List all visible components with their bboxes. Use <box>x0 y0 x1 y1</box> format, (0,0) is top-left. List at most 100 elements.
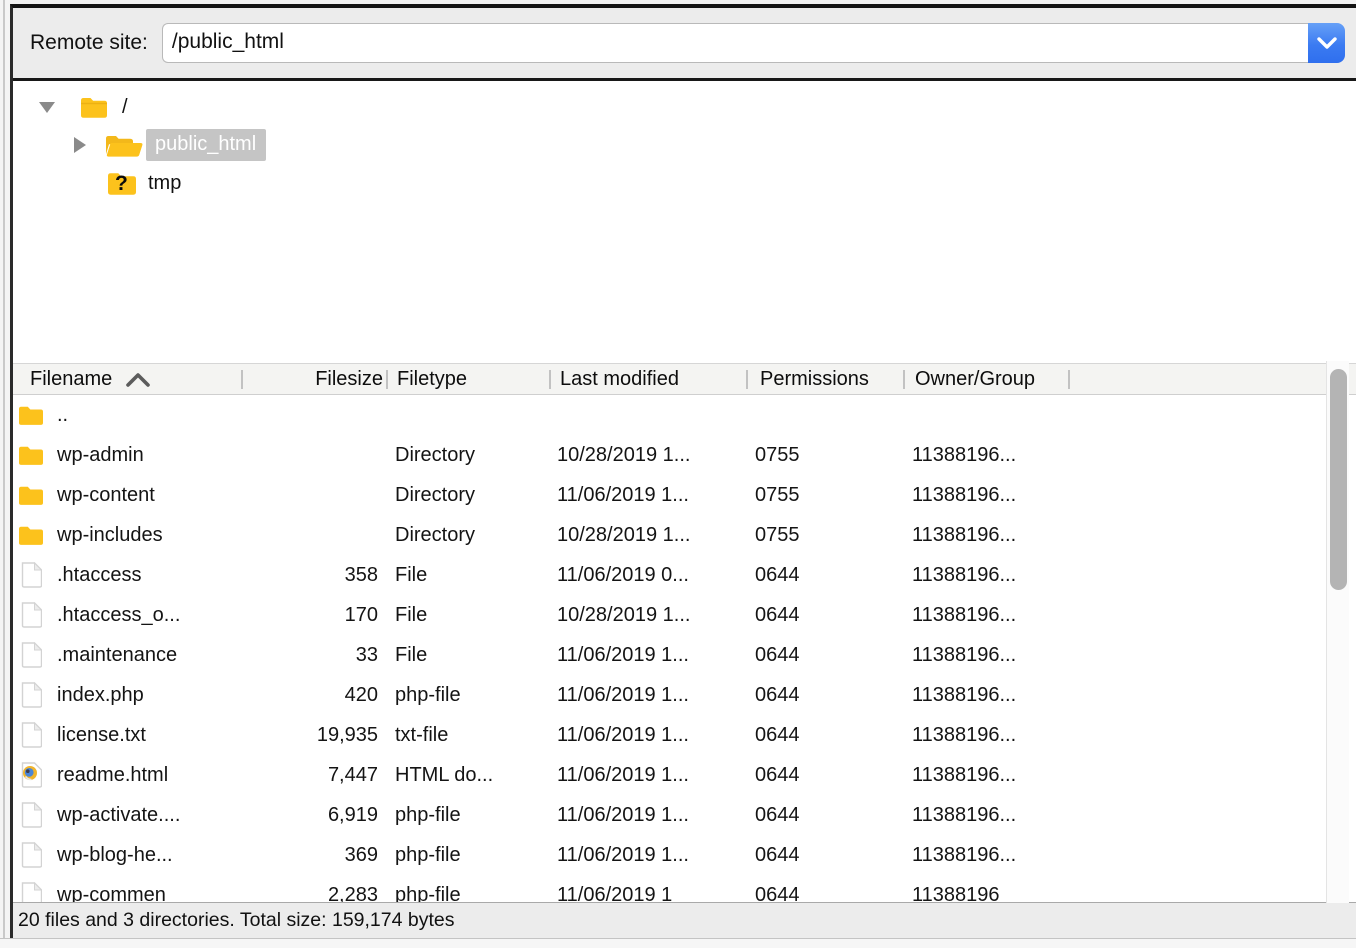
file-icon <box>18 642 44 668</box>
file-size: 420 <box>243 684 388 707</box>
tree-item-root[interactable]: / <box>13 88 1356 126</box>
file-name: wp-content <box>57 484 155 507</box>
file-row[interactable]: wp-activate.... 6,919 php-file 11/06/201… <box>13 795 1356 835</box>
file-size: 7,447 <box>243 764 388 787</box>
tree-item-label: tmp <box>148 172 181 195</box>
file-size: 358 <box>243 564 388 587</box>
file-icon <box>18 882 44 902</box>
file-type: Directory <box>388 524 551 547</box>
tree-item-tmp[interactable]: ? tmp <box>13 164 1356 202</box>
file-owner-group: 11388196... <box>905 644 1070 667</box>
file-last-modified: 11/06/2019 1... <box>551 724 748 747</box>
file-type: php-file <box>388 884 551 903</box>
file-row[interactable]: readme.html 7,447 HTML do... 11/06/2019 … <box>13 755 1356 795</box>
file-icon <box>18 562 44 588</box>
file-type: php-file <box>388 804 551 827</box>
file-last-modified: 11/06/2019 1... <box>551 684 748 707</box>
file-permissions: 0644 <box>748 644 905 667</box>
column-header-filetype[interactable]: Filetype <box>388 364 551 395</box>
file-last-modified: 11/06/2019 1... <box>551 484 748 507</box>
file-owner-group: 11388196... <box>905 844 1070 867</box>
file-name: wp-admin <box>57 444 144 467</box>
file-permissions: 0644 <box>748 764 905 787</box>
file-owner-group: 11388196... <box>905 724 1070 747</box>
file-row[interactable]: wp-commen 2,283 php-file 11/06/2019 1 06… <box>13 875 1356 902</box>
expander-down-icon[interactable] <box>38 101 56 114</box>
file-type: HTML do... <box>388 764 551 787</box>
tree-item-label-selected: public_html <box>146 129 266 161</box>
file-size: 33 <box>243 644 388 667</box>
file-owner-group: 11388196... <box>905 564 1070 587</box>
file-permissions: 0755 <box>748 524 905 547</box>
file-permissions: 0644 <box>748 724 905 747</box>
file-last-modified: 11/06/2019 1... <box>551 644 748 667</box>
column-header-filesize[interactable]: Filesize <box>243 364 388 395</box>
status-bar: 20 files and 3 directories. Total size: … <box>13 902 1356 937</box>
remote-site-panel: Remote site: / <box>10 4 1356 938</box>
html-document-icon <box>18 762 44 788</box>
file-name: license.txt <box>57 724 146 747</box>
file-last-modified: 10/28/2019 1... <box>551 444 748 467</box>
folder-icon <box>18 482 44 508</box>
file-type: txt-file <box>388 724 551 747</box>
file-owner-group: 11388196... <box>905 604 1070 627</box>
file-permissions: 0644 <box>748 604 905 627</box>
file-row[interactable]: index.php 420 php-file 11/06/2019 1... 0… <box>13 675 1356 715</box>
pane-splitter-gutter[interactable] <box>0 0 10 948</box>
remote-path-dropdown-button[interactable] <box>1308 23 1345 63</box>
column-header-last-modified[interactable]: Last modified <box>551 364 748 395</box>
remote-path-field-group <box>162 23 1345 63</box>
folder-icon <box>18 402 44 428</box>
file-icon <box>18 802 44 828</box>
column-header-owner-group[interactable]: Owner/Group <box>905 364 1070 395</box>
remote-path-input[interactable] <box>162 23 1308 63</box>
file-row[interactable]: .htaccess_o... 170 File 10/28/2019 1... … <box>13 595 1356 635</box>
file-permissions: 0755 <box>748 444 905 467</box>
remote-directory-tree: / public_html ? tmp <box>13 81 1356 363</box>
remote-file-list: .. wp-admin Directory 10/28/2019 1... 07… <box>13 395 1356 902</box>
column-header-permissions[interactable]: Permissions <box>748 364 905 395</box>
file-icon <box>18 682 44 708</box>
filelist-scrollbar-track[interactable] <box>1326 361 1349 903</box>
folder-icon <box>80 96 108 119</box>
file-size: 369 <box>243 844 388 867</box>
filelist-scrollbar-thumb[interactable] <box>1330 369 1347 590</box>
file-name: .maintenance <box>57 644 177 667</box>
file-row[interactable]: .. <box>13 395 1356 435</box>
file-size: 19,935 <box>243 724 388 747</box>
file-row[interactable]: wp-includes Directory 10/28/2019 1... 07… <box>13 515 1356 555</box>
chevron-down-icon <box>1317 37 1337 50</box>
file-icon <box>18 842 44 868</box>
file-permissions: 0644 <box>748 564 905 587</box>
file-icon <box>18 722 44 748</box>
file-row[interactable]: .htaccess 358 File 11/06/2019 0... 0644 … <box>13 555 1356 595</box>
file-owner-group: 11388196... <box>905 484 1070 507</box>
tree-item-public-html[interactable]: public_html <box>13 126 1356 164</box>
folder-open-icon <box>105 132 145 158</box>
file-name: .htaccess <box>57 564 141 587</box>
file-type: php-file <box>388 684 551 707</box>
file-owner-group: 11388196... <box>905 524 1070 547</box>
status-bar-text: 20 files and 3 directories. Total size: … <box>18 909 454 932</box>
file-row[interactable]: wp-blog-he... 369 php-file 11/06/2019 1.… <box>13 835 1356 875</box>
file-type: File <box>388 564 551 587</box>
file-owner-group: 11388196... <box>905 684 1070 707</box>
file-type: Directory <box>388 444 551 467</box>
file-last-modified: 11/06/2019 1... <box>551 844 748 867</box>
file-permissions: 0644 <box>748 884 905 903</box>
tree-item-label: / <box>122 96 128 119</box>
file-name: index.php <box>57 684 144 707</box>
file-row[interactable]: wp-content Directory 11/06/2019 1... 075… <box>13 475 1356 515</box>
file-row[interactable]: license.txt 19,935 txt-file 11/06/2019 1… <box>13 715 1356 755</box>
file-row[interactable]: wp-admin Directory 10/28/2019 1... 0755 … <box>13 435 1356 475</box>
file-last-modified: 11/06/2019 1... <box>551 804 748 827</box>
file-row-highlighted[interactable]: .maintenance 33 File 11/06/2019 1... 064… <box>13 635 1356 675</box>
file-name: wp-commen <box>57 884 166 903</box>
file-size: 2,283 <box>243 884 388 903</box>
file-owner-group: 11388196... <box>905 444 1070 467</box>
sort-ascending-icon <box>126 373 150 387</box>
column-header-filename[interactable]: Filename <box>13 364 243 395</box>
file-last-modified: 10/28/2019 1... <box>551 524 748 547</box>
file-permissions: 0644 <box>748 684 905 707</box>
expander-right-icon[interactable] <box>72 136 88 154</box>
